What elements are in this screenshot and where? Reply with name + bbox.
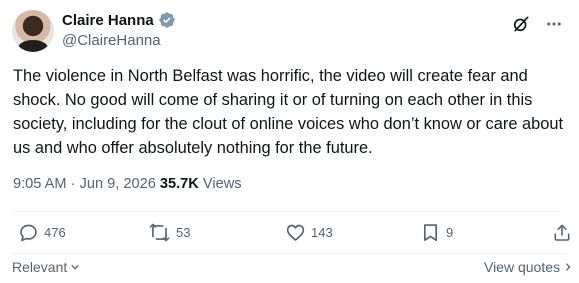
heart-icon	[285, 222, 306, 243]
tweet-text: The violence in North Belfast was horrif…	[13, 67, 564, 157]
sort-replies-dropdown[interactable]: Relevant	[12, 259, 80, 275]
bookmark-icon	[420, 222, 441, 243]
tweet-date[interactable]: Jun 9, 2026	[80, 176, 156, 192]
reply-icon	[18, 222, 39, 243]
share-button[interactable]	[552, 222, 572, 243]
views-count: 35.7K	[159, 176, 199, 192]
divider	[12, 253, 567, 254]
grok-icon[interactable]	[511, 14, 531, 34]
tweet-time[interactable]: 9:05 AM	[13, 176, 67, 192]
top-actions	[511, 14, 563, 34]
bookmark-count: 9	[446, 225, 454, 240]
divider	[12, 211, 567, 212]
tweet-meta: 9:05 AM · Jun 9, 2026 35.7K Views	[13, 176, 242, 192]
reply-button[interactable]: 476	[18, 222, 66, 243]
avatar[interactable]	[12, 10, 54, 52]
author-display-name[interactable]: Claire Hanna	[62, 12, 154, 29]
like-button[interactable]: 143	[285, 222, 333, 243]
share-icon	[552, 222, 572, 243]
action-bar: 476 53 143 9	[0, 222, 579, 252]
verified-badge-icon	[158, 11, 176, 29]
view-quotes-link[interactable]: View quotes	[484, 259, 573, 275]
author-name-row: Claire Hanna	[62, 11, 176, 29]
chevron-right-icon	[563, 259, 573, 275]
like-count: 143	[311, 225, 333, 240]
views-label: Views	[202, 176, 242, 192]
chevron-down-icon	[70, 259, 80, 275]
repost-icon	[148, 222, 171, 243]
more-horizontal-icon[interactable]	[545, 15, 563, 33]
view-quotes-label: View quotes	[483, 259, 560, 275]
repost-count: 53	[176, 225, 191, 240]
meta-separator: ·	[70, 176, 76, 192]
bookmark-button[interactable]: 9	[420, 222, 453, 243]
repost-button[interactable]: 53	[148, 222, 190, 243]
reply-count: 476	[44, 225, 66, 240]
sort-label: Relevant	[12, 259, 68, 275]
author-handle[interactable]: @ClaireHanna	[62, 32, 161, 49]
